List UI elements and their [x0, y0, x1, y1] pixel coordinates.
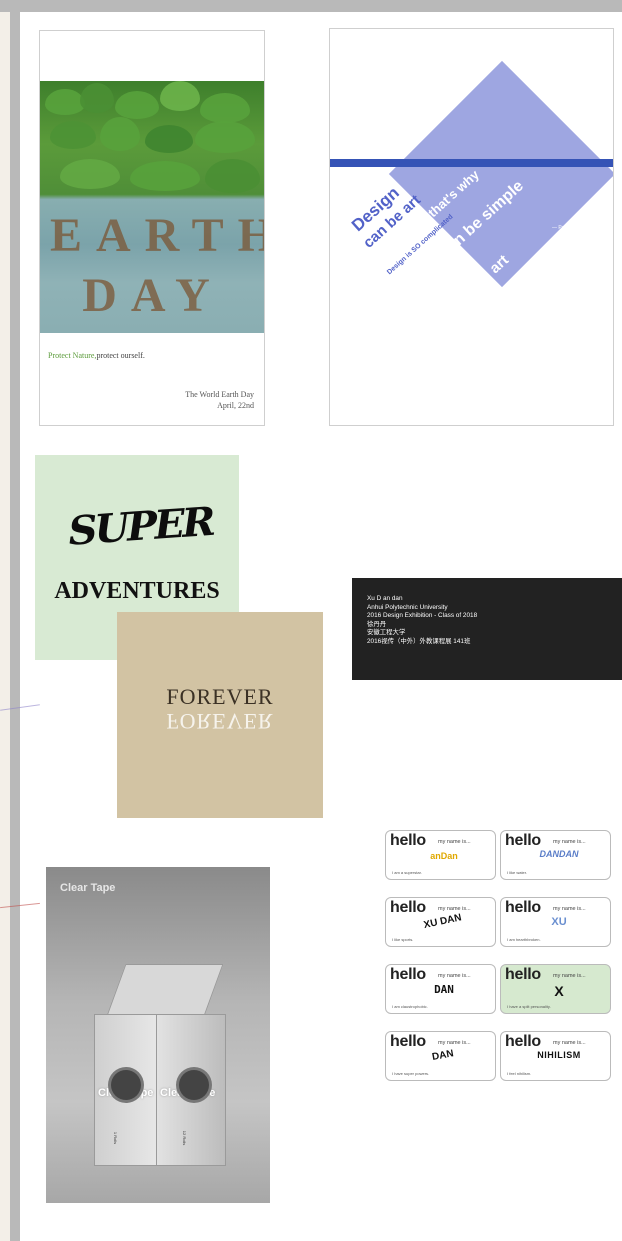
- slogan-dark-text: protect ourself.: [96, 351, 145, 360]
- left-frame-border: [10, 10, 20, 1241]
- tape-note-right: 12 Rolls: [182, 1130, 188, 1146]
- info-line: 2016 Design Exhibition - Class of 2018: [367, 612, 478, 620]
- tape-burst-icon: [179, 1070, 209, 1100]
- tape-burst-icon: [111, 1070, 141, 1100]
- hello-card[interactable]: hello my name is... NIHILISM I feel nihi…: [500, 1031, 611, 1081]
- earth-day-date: The World Earth Day April, 22nd: [185, 390, 254, 410]
- adventures-title: ADVENTURES: [54, 578, 220, 604]
- hello-card[interactable]: hello my name is... DAN I have super pow…: [385, 1031, 496, 1081]
- earth-day-poster[interactable]: EARTH DAY Protect Nature,protect ourself…: [39, 30, 265, 426]
- design-blue-band: [330, 159, 613, 167]
- design-attribution: — Paul · Rand: [552, 225, 585, 231]
- hello-card[interactable]: hello my name is... DAN I am claustropho…: [385, 964, 496, 1014]
- earth-day-photo: EARTH DAY: [40, 81, 264, 333]
- info-line: Anhui Polytechnic University: [367, 603, 448, 611]
- name-art: NIHILISM: [537, 1050, 581, 1060]
- top-frame-border: [0, 0, 622, 12]
- tape-box-left-face: Clear Tape 1 Rolls: [94, 1014, 158, 1166]
- tape-box-lid: [106, 964, 224, 1016]
- info-line: 安徽工程大学: [367, 629, 406, 637]
- hello-card[interactable]: hello my name is... X I have a split per…: [500, 964, 611, 1014]
- name-art: DANDAN: [539, 849, 579, 859]
- tape-box-right-face: Clear Tape 12 Rolls: [156, 1014, 226, 1166]
- name-art: anDan: [430, 851, 458, 861]
- hello-card[interactable]: hello my name is... XU I am hearthbroken…: [500, 897, 611, 947]
- hello-card[interactable]: hello my name is... DANDAN I like water.: [500, 830, 611, 880]
- clear-tape-packaging[interactable]: Clear Tape Clear Tape 1 Rolls Clear Tape…: [46, 867, 270, 1203]
- hello-card[interactable]: hello my name is... anDan I am a superst…: [385, 830, 496, 880]
- forever-reflection: FOREVER: [166, 709, 274, 734]
- tape-box: Clear Tape 1 Rolls Clear Tape 12 Rolls: [94, 964, 226, 1166]
- earth-day-leaf-letters: EARTH DAY: [50, 209, 264, 322]
- forever-title: FOREVER: [166, 684, 274, 709]
- forever-poster[interactable]: FOREVER FOREVER: [117, 612, 323, 818]
- info-line: 2016视传（中外）外教课程展 141班: [367, 637, 471, 645]
- tape-note-left: 1 Rolls: [113, 1131, 119, 1145]
- info-line: Xu D an dan: [367, 595, 403, 602]
- super-logo: SUPER: [64, 498, 216, 555]
- hello-card[interactable]: hello my name is... XU DAN I like sports…: [385, 897, 496, 947]
- designer-info-card: Xu D an dan Anhui Polytechnic University…: [352, 578, 622, 680]
- clear-tape-heading: Clear Tape: [60, 882, 116, 894]
- slogan-green-text: Protect Nature,: [48, 351, 97, 360]
- design-typography-poster[interactable]: Design can be art that's why Design is S…: [329, 28, 614, 426]
- earth-day-slogan: Protect Nature,protect ourself.: [48, 351, 145, 360]
